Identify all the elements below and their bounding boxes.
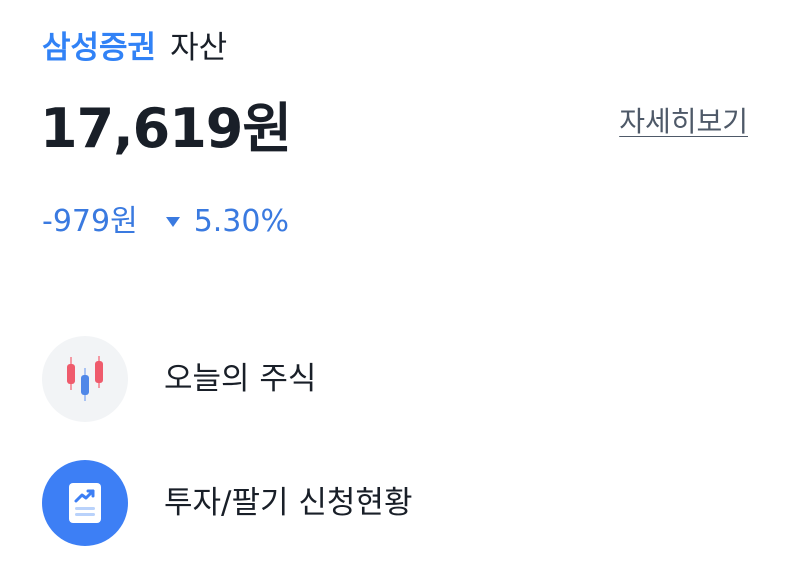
menu-item-today-stocks[interactable]: 오늘의 주식 xyxy=(42,336,316,422)
change-amount: -979원 xyxy=(42,204,138,239)
menu-item-label: 투자/팔기 신청현황 xyxy=(164,485,413,521)
asset-page: 삼성증권 자산 17,619원 자세히보기 -979원 5.30% 오늘의 주식 xyxy=(0,0,800,588)
trend-document-icon xyxy=(42,460,128,546)
asset-header: 삼성증권 자산 xyxy=(42,28,227,68)
down-arrow-icon xyxy=(165,217,180,227)
menu-item-trade-requests[interactable]: 투자/팔기 신청현황 xyxy=(42,460,412,546)
asset-label: 자산 xyxy=(170,30,228,66)
total-asset-amount: 17,619원 xyxy=(40,97,292,160)
change-rate: 5.30% xyxy=(193,204,289,239)
candlestick-chart-icon xyxy=(42,336,128,422)
view-details-link[interactable]: 자세히보기 xyxy=(619,102,748,142)
menu-item-label: 오늘의 주식 xyxy=(164,361,317,397)
broker-name[interactable]: 삼성증권 xyxy=(42,28,156,68)
change-row: -979원 5.30% xyxy=(42,202,289,242)
